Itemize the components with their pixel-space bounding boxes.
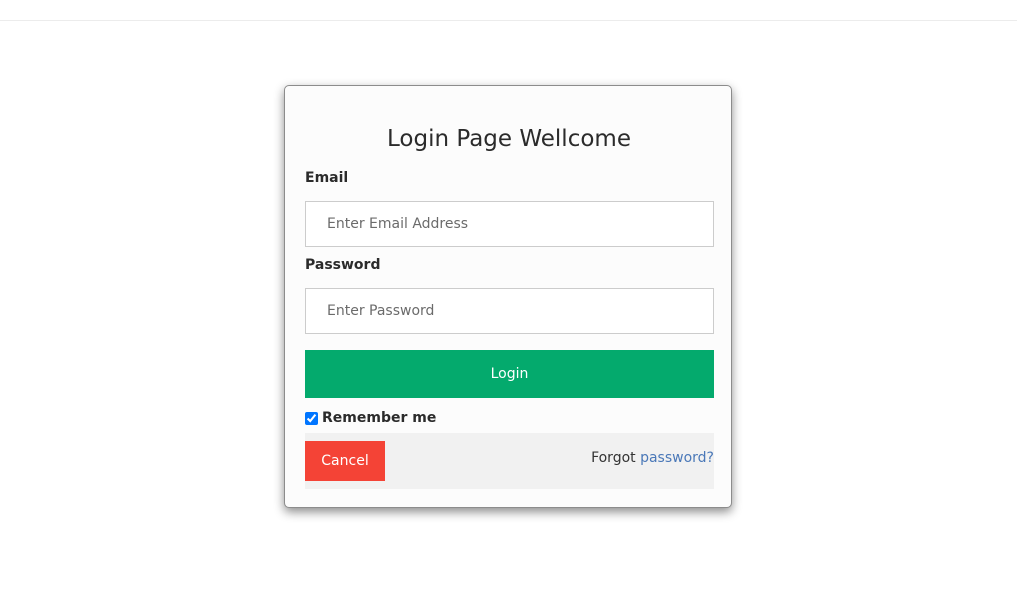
forgot-prefix: Forgot bbox=[591, 450, 641, 466]
remember-me-checkbox[interactable] bbox=[305, 411, 318, 425]
password-input[interactable] bbox=[305, 288, 714, 334]
forgot-password-link[interactable]: password? bbox=[640, 450, 714, 466]
page-title: Login Page Wellcome bbox=[387, 126, 631, 152]
login-card: Login Page Wellcome Email Password Login… bbox=[284, 85, 732, 508]
email-input[interactable] bbox=[305, 201, 714, 247]
password-label: Password bbox=[305, 257, 381, 273]
top-bar bbox=[0, 0, 1017, 21]
remember-me-label: Remember me bbox=[322, 410, 437, 426]
form-footer: Cancel Forgot password? bbox=[305, 433, 714, 489]
forgot-password-text: Forgot password? bbox=[591, 450, 714, 466]
remember-me-row: Remember me bbox=[305, 408, 436, 428]
login-button[interactable]: Login bbox=[305, 350, 714, 398]
email-label: Email bbox=[305, 170, 349, 186]
cancel-button[interactable]: Cancel bbox=[305, 441, 385, 481]
